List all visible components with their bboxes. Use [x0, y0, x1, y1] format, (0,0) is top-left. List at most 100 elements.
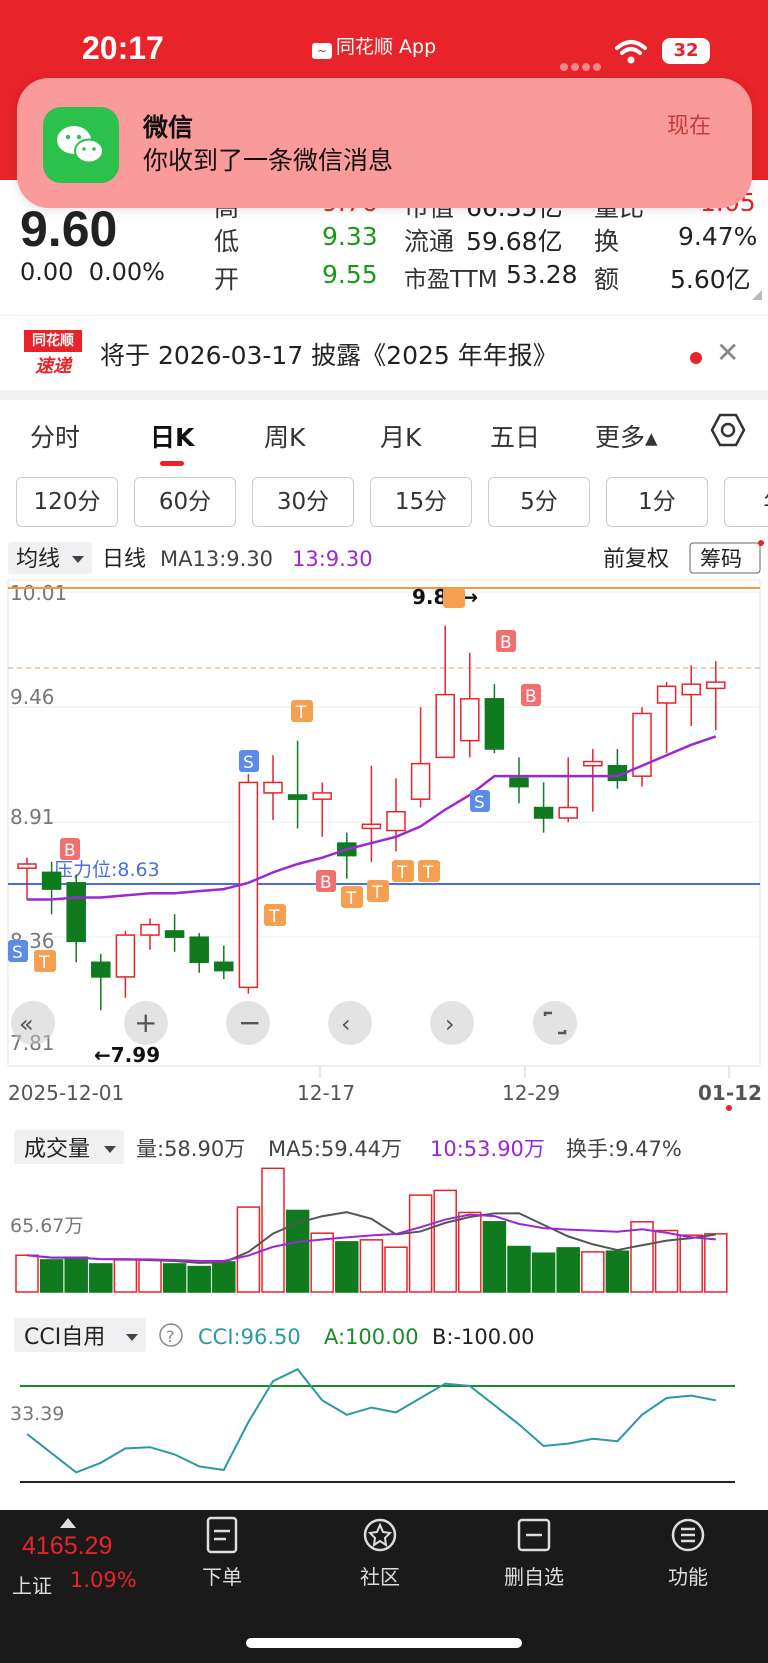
change-value: 0.00 [20, 258, 74, 286]
chips-button[interactable]: 筹码 [700, 547, 742, 571]
order-icon [206, 1516, 238, 1554]
cci-y-tick: 33.39 [10, 1403, 64, 1425]
period-1min[interactable]: 1分 [606, 477, 708, 527]
cci-a-value: A:100.00 [324, 1325, 419, 1349]
candle-body [115, 934, 136, 978]
period-year[interactable]: 年 [724, 477, 768, 527]
low-label: 低 [214, 227, 240, 256]
remove-watchlist-icon [517, 1518, 551, 1552]
open-value: 9.55 [322, 260, 378, 289]
nav-community-label: 社区 [360, 1565, 400, 1589]
period-5min[interactable]: 5分 [488, 477, 590, 527]
notification-body: 你收到了一条微信消息 [143, 146, 394, 175]
plus-icon: + [134, 1006, 157, 1039]
t-marker-label: T [422, 863, 434, 883]
ma-value: 13:9.30 [292, 547, 373, 571]
volume-bar [679, 1234, 703, 1293]
t-marker-label: T [345, 889, 357, 909]
chart-tabs: 分时 日K 周K 月K 五日 更多▴ [0, 400, 768, 472]
ma-header: 均线 日线 MA13:9.30 13:9.30 前复权 筹码 [8, 540, 764, 574]
period-15min[interactable]: 15分 [370, 477, 472, 527]
x-date-label: 12-17 [297, 1081, 355, 1105]
volume-selector[interactable]: 成交量 [24, 1137, 90, 1162]
notification-title: 微信 [143, 113, 194, 142]
tab-five-day[interactable]: 五日 [490, 418, 540, 454]
back-to-app[interactable]: ~ 同花顺 App [312, 32, 436, 59]
tab-timeshare[interactable]: 分时 [30, 418, 80, 454]
community-icon [363, 1518, 397, 1552]
index-value[interactable]: 4165.29 [22, 1532, 112, 1561]
volume-bar [335, 1241, 359, 1293]
y-tick-label: 10.01 [10, 581, 67, 605]
period-30min[interactable]: 30分 [252, 477, 354, 527]
news-text[interactable]: 将于 2026-03-17 披露《2025 年年报》 [100, 336, 558, 372]
candle-body [656, 685, 677, 704]
help-icon-glyph: ? [166, 1327, 175, 1346]
candle-body [533, 806, 554, 819]
candle-body [263, 781, 283, 794]
period-60min[interactable]: 60分 [134, 477, 236, 527]
chart-controls: « + − ‹ › [11, 1001, 577, 1045]
index-percent[interactable]: 1.09% [70, 1568, 137, 1592]
sell-marker-label: S [12, 943, 23, 963]
home-indicator [246, 1638, 522, 1648]
double-chevron-left-icon: « [19, 1010, 34, 1038]
nav-order[interactable]: 下单 [172, 1515, 272, 1595]
status-time: 20:17 [82, 30, 164, 66]
period-selector: 120分 60分 30分 15分 5分 1分 年 [0, 475, 768, 531]
cci-selector[interactable]: CCI自用 [24, 1325, 105, 1350]
volume-ma5: MA5:59.44万 [268, 1137, 402, 1161]
app-root: 20:17 ~同花顺 App 32 9.60 0.00 0.00% 高 9.76… [0, 0, 768, 1663]
nav-remove-watchlist[interactable]: 删自选 [484, 1515, 584, 1595]
nav-order-label: 下单 [202, 1565, 242, 1589]
candle-body [484, 698, 505, 750]
nav-community[interactable]: 社区 [330, 1515, 430, 1595]
volume-bar [15, 1254, 39, 1293]
settings-icon[interactable] [710, 412, 746, 448]
period-120min[interactable]: 120分 [16, 477, 118, 527]
ma-selector[interactable]: 均线 [16, 547, 60, 572]
volume-bar [359, 1239, 384, 1293]
candle-body [287, 794, 308, 800]
cci-value: CCI:96.50 [198, 1325, 301, 1349]
close-icon[interactable]: ✕ [716, 336, 739, 369]
low-value: 9.33 [322, 222, 378, 251]
section-separator [0, 390, 768, 400]
volume-header: 成交量 量:58.90万 MA5:59.44万 10:53.90万 换手:9.4… [14, 1130, 682, 1164]
nav-functions-label: 功能 [668, 1565, 708, 1589]
t-marker-label: T [295, 703, 307, 723]
t-marker [443, 588, 465, 608]
today-dot [726, 1105, 732, 1111]
t-marker-label: T [268, 907, 280, 927]
kline-chart[interactable]: 均线 日线 MA13:9.30 13:9.30 前复权 筹码 10.01 9.4… [0, 535, 768, 1510]
low-marker: ←7.99 [94, 1043, 160, 1067]
buy-marker-label: B [64, 841, 76, 861]
change-percent: 0.00% [88, 258, 165, 286]
candle-body [312, 792, 332, 800]
nav-functions[interactable]: 功能 [638, 1515, 738, 1595]
buy-marker-label: B [320, 873, 332, 893]
fullscreen-button[interactable] [533, 1001, 577, 1045]
volume-bar [704, 1233, 728, 1293]
open-label: 开 [214, 265, 240, 294]
volume-bar [482, 1221, 507, 1293]
candle-body [17, 863, 37, 869]
tab-weekly-k[interactable]: 周K [264, 418, 305, 454]
candle-body [410, 762, 431, 800]
tab-monthly-k[interactable]: 月K [380, 418, 421, 454]
adjust-mode[interactable]: 前复权 [603, 547, 669, 572]
chevron-left-icon: ‹ [341, 1010, 351, 1038]
wifi-icon [615, 40, 647, 64]
tab-daily-k[interactable]: 日K [150, 418, 194, 454]
last-price: 9.60 [20, 201, 118, 257]
x-axis: 2025-12-01 12-17 12-29 01-12 [8, 1081, 762, 1111]
volume-bar [630, 1221, 654, 1293]
news-banner[interactable]: 同花顺 速递 将于 2026-03-17 披露《2025 年年报》 ✕ [0, 318, 768, 390]
expand-corner-icon[interactable] [752, 290, 762, 300]
tab-more[interactable]: 更多▴ [595, 418, 658, 454]
volume-bar [408, 1194, 433, 1293]
wechat-notification[interactable]: 微信 你收到了一条微信消息 现在 [17, 78, 752, 208]
app-icon: ~ [312, 43, 332, 59]
index-name[interactable]: 上证 [12, 1570, 52, 1599]
volume-bar [64, 1256, 88, 1293]
